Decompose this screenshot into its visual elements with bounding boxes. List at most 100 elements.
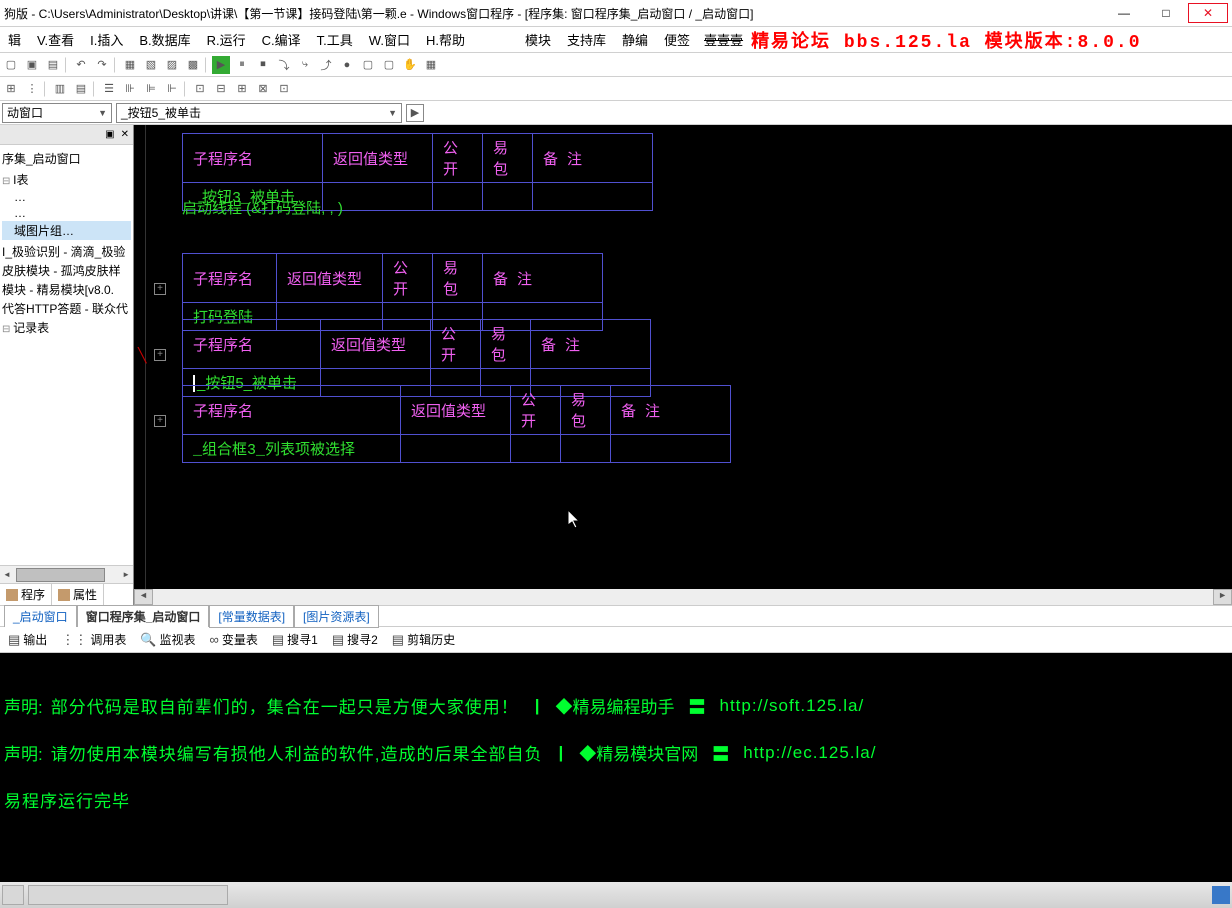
- toolbar-main: ▢ ▣ ▤ ↶ ↷ ▦ ▧ ▨ ▩ ▶ ⏸ ⏹ ⤵ ⤷ ⤴ ● ▢ ▢ ✋ ▦: [0, 53, 1232, 77]
- align-4[interactable]: ▤: [72, 80, 90, 98]
- tree-item[interactable]: 代答HTTP答题 - 联众代: [2, 299, 131, 318]
- tree-item[interactable]: …: [2, 205, 131, 221]
- menu-view[interactable]: V.查看: [31, 28, 80, 51]
- code-hscroll[interactable]: [134, 589, 1232, 605]
- tool-new[interactable]: ▢: [2, 56, 20, 74]
- menu-help[interactable]: H.帮助: [420, 28, 471, 51]
- btool-calltable[interactable]: ⋮⋮调用表: [57, 629, 130, 650]
- subroutine-block-4[interactable]: 子程序名 返回值类型 公开 易包 备 注 _组合框3_列表项被选择: [182, 385, 731, 463]
- step-into[interactable]: ⤷: [296, 56, 314, 74]
- tool-hand[interactable]: ✋: [401, 56, 419, 74]
- separator: [44, 81, 48, 97]
- tree-item[interactable]: 模块 - 精易模块[v8.0.: [2, 280, 131, 299]
- align-10[interactable]: ⊟: [212, 80, 230, 98]
- project-tree[interactable]: 序集_启动窗口 I表 … … 域图片组… I_极验识别 - 滴滴_极验 皮肤模块…: [0, 145, 133, 565]
- separator: [114, 57, 118, 73]
- tree-item[interactable]: 序集_启动窗口: [2, 149, 131, 168]
- tree-item[interactable]: I表: [2, 170, 131, 189]
- btool-output[interactable]: ▤输出: [4, 629, 51, 650]
- fold-toggle[interactable]: +: [154, 349, 166, 361]
- menu-insert[interactable]: I.插入: [84, 28, 129, 51]
- align-3[interactable]: ▥: [51, 80, 69, 98]
- align-11[interactable]: ⊞: [233, 80, 251, 98]
- tab-properties[interactable]: 属性: [52, 584, 104, 605]
- taskbar-item[interactable]: [28, 885, 228, 905]
- btool-watch[interactable]: 🔍监视表: [136, 629, 199, 650]
- menu-compile[interactable]: C.编译: [256, 28, 307, 51]
- tree-item[interactable]: 皮肤模块 - 孤鸿皮肤样: [2, 261, 131, 280]
- tool-win3[interactable]: ▨: [163, 56, 181, 74]
- step-out[interactable]: ⤴: [317, 56, 335, 74]
- menu-strike[interactable]: 壹壹壹: [700, 30, 747, 49]
- tree-item[interactable]: 记录表: [2, 318, 131, 337]
- object-dropdown[interactable]: 动窗口▼: [2, 103, 112, 123]
- menu-static[interactable]: 静编: [616, 28, 654, 51]
- tree-item[interactable]: …: [2, 189, 131, 205]
- output-line: 声明: 请勿使用本模块编写有损他人利益的软件,造成的后果全部自负 | ◆精易模块…: [4, 740, 1228, 765]
- align-13[interactable]: ⊡: [275, 80, 293, 98]
- menu-database[interactable]: B.数据库: [133, 28, 196, 51]
- tool-paste[interactable]: ▤: [44, 56, 62, 74]
- menu-note[interactable]: 便签: [658, 28, 696, 51]
- output-link[interactable]: http://ec.125.la/: [743, 743, 876, 763]
- taskbar-icon[interactable]: [1212, 886, 1230, 904]
- tree-hscroll[interactable]: [0, 565, 133, 583]
- tab-startwin[interactable]: _启动窗口: [4, 605, 77, 627]
- menu-window[interactable]: W.窗口: [363, 28, 416, 51]
- panel-close-icon[interactable]: ✕: [121, 129, 129, 140]
- align-5[interactable]: ☰: [100, 80, 118, 98]
- tab-program[interactable]: 程序: [0, 584, 52, 605]
- tab-programset[interactable]: 窗口程序集_启动窗口: [77, 605, 210, 627]
- btool-clipboard[interactable]: ▤剪辑历史: [388, 629, 459, 650]
- close-button[interactable]: ✕: [1188, 3, 1228, 23]
- tree-item-selected[interactable]: 域图片组…: [2, 221, 131, 240]
- align-8[interactable]: ⊩: [163, 80, 181, 98]
- breakpoint[interactable]: ●: [338, 56, 356, 74]
- pause-button[interactable]: ⏸: [233, 56, 251, 74]
- code-line[interactable]: 启动线程 (&打码登陆, , ): [182, 197, 343, 218]
- align-7[interactable]: ⊫: [142, 80, 160, 98]
- menu-tools[interactable]: T.工具: [311, 28, 359, 51]
- tool-win1[interactable]: ▦: [121, 56, 139, 74]
- taskbar-item[interactable]: [2, 885, 24, 905]
- tab-images[interactable]: [图片资源表]: [294, 605, 379, 628]
- tool-undo[interactable]: ↶: [72, 56, 90, 74]
- btool-vars[interactable]: ∞变量表: [206, 629, 262, 650]
- menu-run[interactable]: R.运行: [201, 28, 252, 51]
- tool-win4[interactable]: ▩: [184, 56, 202, 74]
- align-6[interactable]: ⊪: [121, 80, 139, 98]
- align-2[interactable]: ⋮: [23, 80, 41, 98]
- tool-redo[interactable]: ↷: [93, 56, 111, 74]
- btool-search2[interactable]: ▤搜寻2: [328, 629, 382, 650]
- tool-win2[interactable]: ▧: [142, 56, 160, 74]
- tool-more1[interactable]: ▢: [359, 56, 377, 74]
- run-button[interactable]: ▶: [212, 56, 230, 74]
- toolbar-align: ⊞ ⋮ ▥ ▤ ☰ ⊪ ⊫ ⊩ ⊡ ⊟ ⊞ ⊠ ⊡: [0, 77, 1232, 101]
- minimize-button[interactable]: —: [1104, 3, 1144, 23]
- window-title: 狗版 - C:\Users\Administrator\Desktop\讲课\【…: [4, 5, 1104, 22]
- code-editor[interactable]: 子程序名 返回值类型 公开 易包 备 注 _按钮3_被单击 启动线程 (&打码登…: [134, 125, 1232, 605]
- fold-toggle[interactable]: +: [154, 283, 166, 295]
- goto-button[interactable]: ▶: [406, 104, 424, 122]
- tool-copy[interactable]: ▣: [23, 56, 41, 74]
- menu-module[interactable]: 模块: [519, 28, 557, 51]
- tool-calc[interactable]: ▦: [422, 56, 440, 74]
- event-dropdown[interactable]: _按钮5_被单击▼: [116, 103, 402, 123]
- step-over[interactable]: ⤵: [275, 56, 293, 74]
- btool-search1[interactable]: ▤搜寻1: [268, 629, 322, 650]
- fold-toggle[interactable]: +: [154, 415, 166, 427]
- maximize-button[interactable]: □: [1146, 3, 1186, 23]
- align-1[interactable]: ⊞: [2, 80, 20, 98]
- menu-support[interactable]: 支持库: [561, 28, 612, 51]
- stop-button[interactable]: ⏹: [254, 56, 272, 74]
- align-12[interactable]: ⊠: [254, 80, 272, 98]
- tab-constants[interactable]: [常量数据表]: [209, 605, 294, 628]
- menu-edit[interactable]: 辑: [2, 28, 27, 51]
- titlebar: 狗版 - C:\Users\Administrator\Desktop\讲课\【…: [0, 0, 1232, 27]
- tool-more2[interactable]: ▢: [380, 56, 398, 74]
- panel-pin-icon[interactable]: ▣: [105, 129, 114, 140]
- tree-item[interactable]: I_极验识别 - 滴滴_极验: [2, 242, 131, 261]
- output-link[interactable]: http://soft.125.la/: [720, 696, 865, 716]
- align-9[interactable]: ⊡: [191, 80, 209, 98]
- sub-name[interactable]: _组合框3_列表项被选择: [183, 435, 401, 463]
